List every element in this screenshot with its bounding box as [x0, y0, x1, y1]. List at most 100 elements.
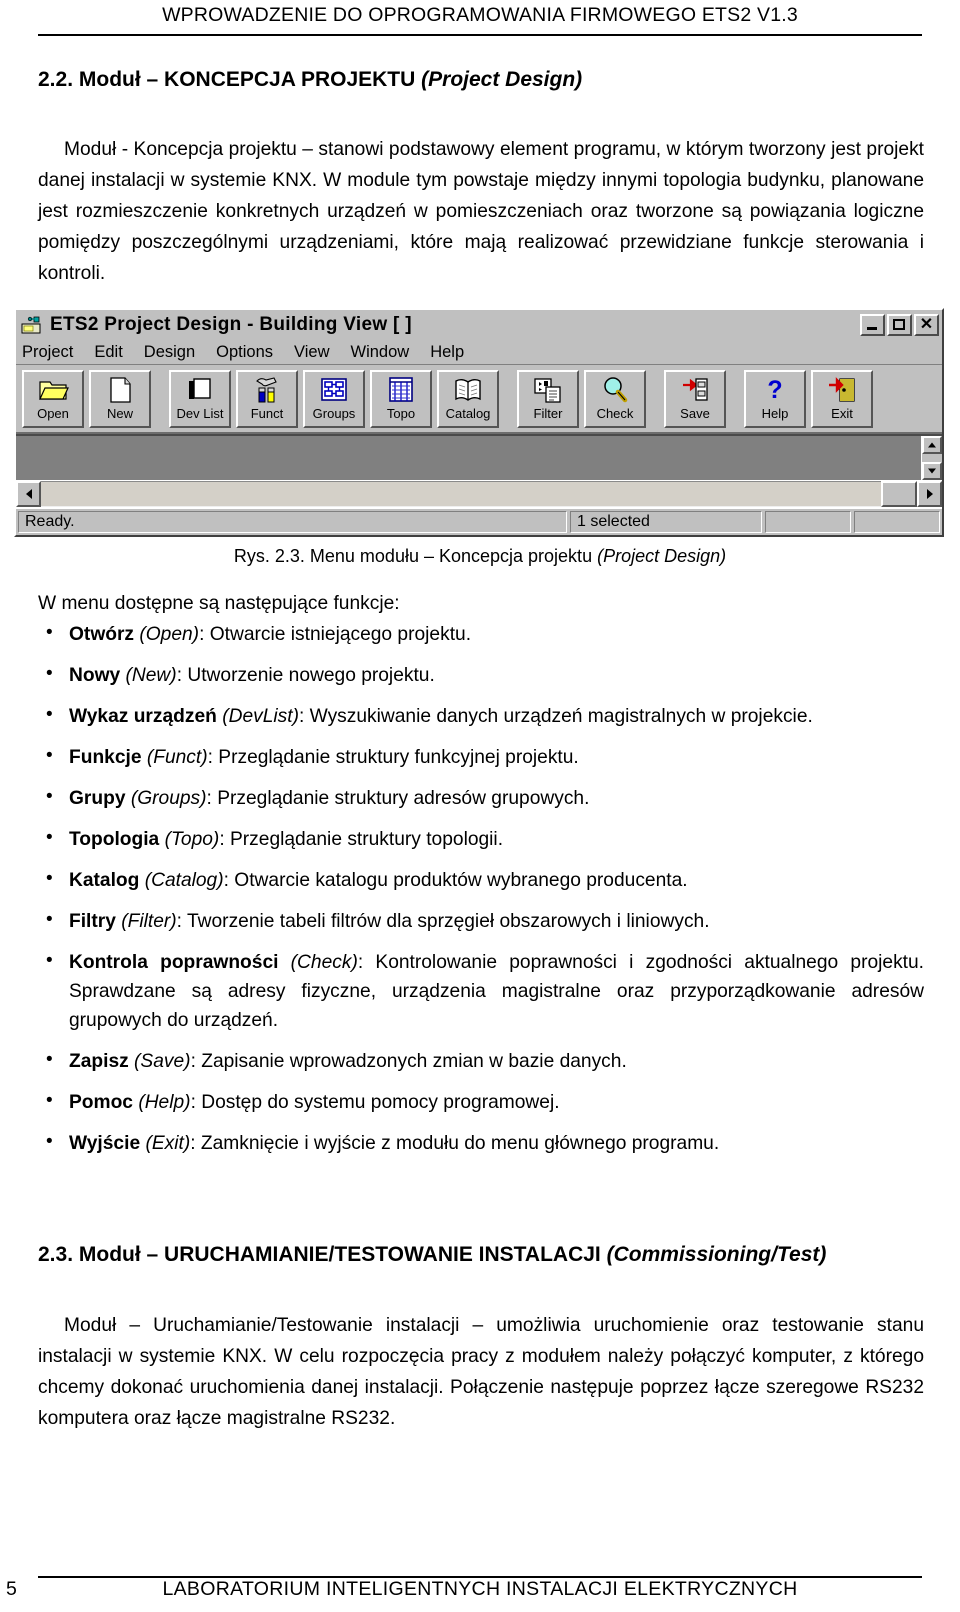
list-item: Filtry (Filter): Tworzenie tabeli filtró…: [38, 905, 924, 936]
menu-item-view[interactable]: View: [294, 343, 329, 362]
section-23-title-en: (Commissioning/Test): [606, 1243, 827, 1266]
toolbar-button-filter[interactable]: Filter: [517, 370, 579, 428]
statusbar-field-y: [854, 511, 940, 533]
function-name-pl: Funkcje: [69, 747, 147, 768]
toolbar-label-check: Check: [596, 406, 634, 421]
section-23-heading: 2.3. Moduł – URUCHAMIANIE/TESTOWANIE INS…: [38, 1243, 826, 1267]
function-name-en: (Topo): [164, 829, 220, 850]
function-name-pl: Wykaz urządzeń: [69, 706, 223, 727]
close-button[interactable]: ✕: [914, 314, 939, 336]
function-desc: : Tworzenie tabeli filtrów dla sprzęgieł…: [176, 911, 710, 932]
menu-item-help[interactable]: Help: [430, 343, 464, 362]
svg-text:?: ?: [767, 376, 782, 404]
list-item: Kontrola poprawności (Check): Kontrolowa…: [38, 946, 924, 1035]
statusbar-field-x: [765, 511, 851, 533]
function-desc: : Wyszukiwanie danych urządzeń magistral…: [298, 706, 813, 727]
scroll-down-button[interactable]: [922, 462, 942, 480]
list-item: Pomoc (Help): Dostęp do systemu pomocy p…: [38, 1086, 924, 1117]
menu-item-project[interactable]: Project: [22, 343, 73, 362]
footer-text: LABORATORIUM INTELIGENTNYCH INSTALACJI E…: [162, 1578, 798, 1600]
section-23-number: 2.3.: [38, 1243, 74, 1266]
list-item: Funkcje (Funct): Przeglądanie struktury …: [38, 741, 924, 772]
function-name-pl: Wyjście: [69, 1133, 146, 1154]
function-desc: : Dostęp do systemu pomocy programowej.: [190, 1092, 560, 1113]
function-desc: : Przeglądanie struktury adresów grupowy…: [206, 788, 590, 809]
scroll-left-button[interactable]: [16, 481, 41, 507]
function-list: Otwórz (Open): Otwarcie istniejącego pro…: [38, 618, 924, 1170]
function-name-en: (Open): [139, 624, 200, 645]
window-title: ETS2 Project Design - Building View [ ]: [50, 314, 412, 335]
toolbar-label-topo: Topo: [386, 406, 416, 421]
toolbar-button-exit[interactable]: Exit: [811, 370, 873, 428]
new-document-icon: [104, 375, 136, 405]
function-name-en: (New): [125, 665, 177, 686]
menu-item-design[interactable]: Design: [144, 343, 195, 362]
toolbar-button-topo[interactable]: Topo: [370, 370, 432, 428]
scroll-right-button[interactable]: [917, 481, 942, 507]
device-list-icon: [184, 375, 216, 405]
figure-caption-pl: Rys. 2.3. Menu modułu – Koncepcja projek…: [233, 546, 598, 566]
list-item: Grupy (Groups): Przeglądanie struktury a…: [38, 782, 924, 813]
list-item: Nowy (New): Utworzenie nowego projektu.: [38, 659, 924, 690]
toolbar-button-open[interactable]: Open: [22, 370, 84, 428]
toolbar-label-new: New: [106, 406, 133, 421]
function-name-en: (DevList): [222, 706, 299, 727]
function-name-pl: Filtry: [69, 911, 122, 932]
toolbar-button-help[interactable]: ? Help: [744, 370, 806, 428]
function-name-en: (Save): [134, 1051, 191, 1072]
hscroll-track[interactable]: [41, 481, 881, 507]
minimize-button[interactable]: [860, 314, 885, 336]
save-disk-icon: [679, 375, 711, 405]
menu-intro-text: W menu dostępne są następujące funkcje:: [38, 593, 400, 614]
horizontal-scrollbar[interactable]: [16, 480, 942, 507]
open-folder-icon: [37, 375, 69, 405]
drawing-canvas[interactable]: [16, 436, 921, 480]
close-icon: ✕: [919, 316, 934, 333]
function-desc: : Utworzenie nowego projektu.: [176, 665, 435, 686]
section-22-paragraph: Moduł - Koncepcja projektu – stanowi pod…: [38, 139, 924, 284]
function-name-en: (Check): [290, 952, 358, 973]
function-name-pl: Katalog: [69, 870, 145, 891]
toolbar-button-funct[interactable]: Funct: [236, 370, 298, 428]
function-desc: : Zamknięcie i wyjście z modułu do menu …: [190, 1133, 720, 1154]
menu-item-options[interactable]: Options: [216, 343, 273, 362]
toolbar-button-catalog[interactable]: Catalog: [437, 370, 499, 428]
list-item: Katalog (Catalog): Otwarcie katalogu pro…: [38, 864, 924, 895]
menu-item-window[interactable]: Window: [351, 343, 410, 362]
question-mark-icon: ?: [759, 375, 791, 405]
function-name-pl: Zapisz: [69, 1051, 135, 1072]
function-name-en: (Filter): [121, 911, 177, 932]
section-23-paragraph: Moduł – Uruchamianie/Testowanie instalac…: [38, 1315, 924, 1429]
list-item: Wykaz urządzeń (DevList): Wyszukiwanie d…: [38, 700, 924, 731]
function-name-en: (Catalog): [144, 870, 224, 891]
hscroll-thumb[interactable]: [881, 481, 917, 507]
figure-caption-en: (Project Design): [597, 546, 727, 566]
function-name-en: (Groups): [130, 788, 207, 809]
maximize-button[interactable]: [887, 314, 912, 336]
list-item: Wyjście (Exit): Zamknięcie i wyjście z m…: [38, 1127, 924, 1158]
figure-ets2-window: ETS2 Project Design - Building View [ ] …: [14, 308, 944, 537]
toolbar-button-new[interactable]: New: [89, 370, 151, 428]
header-rule: [38, 34, 922, 36]
toolbar-label-help: Help: [761, 406, 789, 421]
window-caption-buttons: ✕: [860, 314, 939, 336]
list-item: Zapisz (Save): Zapisanie wprowadzonych z…: [38, 1045, 924, 1076]
toolbar-button-groups[interactable]: Groups: [303, 370, 365, 428]
section-22-number: 2.2.: [38, 68, 74, 91]
page-number: 5: [6, 1578, 17, 1600]
menu-item-edit[interactable]: Edit: [94, 343, 122, 362]
vertical-scrollbar[interactable]: [921, 436, 942, 480]
topology-grid-icon: [385, 375, 417, 405]
toolbar-button-check[interactable]: Check: [584, 370, 646, 428]
chevron-down-icon: [928, 468, 936, 474]
function-name-pl: Otwórz: [69, 624, 140, 645]
scroll-up-button[interactable]: [922, 436, 942, 454]
function-name-en: (Help): [138, 1092, 191, 1113]
ets2-app-icon: [21, 315, 43, 335]
window-titlebar[interactable]: ETS2 Project Design - Building View [ ] …: [16, 310, 942, 340]
maximize-icon: [893, 319, 905, 330]
window-client-area: [16, 434, 942, 480]
toolbar-button-devlist[interactable]: Dev List: [169, 370, 231, 428]
toolbar-button-save[interactable]: Save: [664, 370, 726, 428]
toolbar-label-groups: Groups: [312, 406, 356, 421]
